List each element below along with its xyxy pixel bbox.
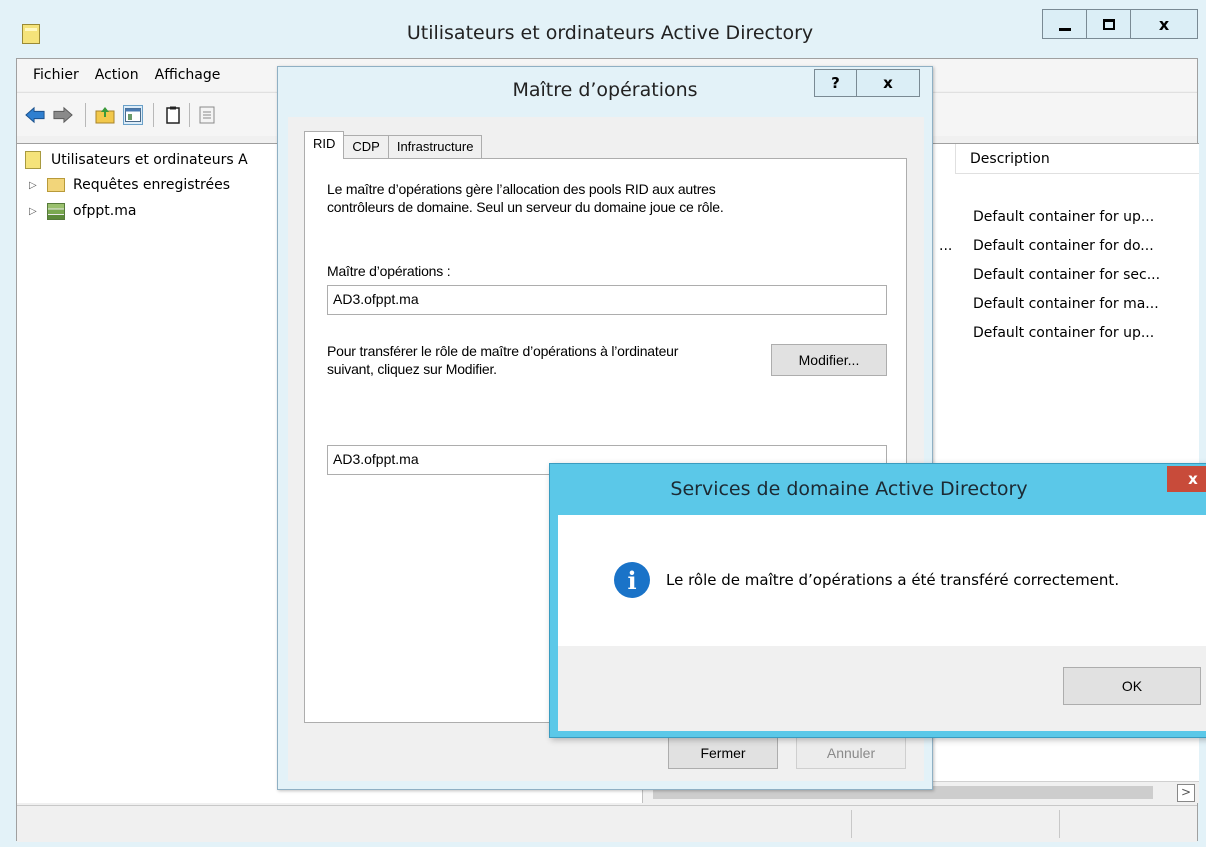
close-button[interactable]: x — [1131, 10, 1197, 38]
message-box-body: i Le rôle de maître d’opérations a été t… — [558, 515, 1206, 646]
export-list-icon[interactable] — [197, 105, 217, 125]
list-item[interactable]: Default container for sec... — [973, 267, 1160, 283]
toolbar-separator — [153, 103, 154, 127]
toolbar-separator — [189, 103, 190, 127]
forward-arrow-icon[interactable] — [53, 105, 73, 125]
maximize-icon — [1102, 18, 1115, 30]
tree-root[interactable]: Utilisateurs et ordinateurs A — [25, 149, 248, 171]
list-item[interactable]: Default container for up... — [973, 209, 1154, 225]
message-box-footer: OK — [558, 646, 1206, 731]
console-tree-icon[interactable] — [123, 105, 143, 125]
info-icon: i — [614, 562, 650, 598]
minimize-icon — [1058, 27, 1071, 31]
window-controls: x — [1042, 9, 1198, 39]
menu-affichage[interactable]: Affichage — [153, 67, 229, 83]
help-icon: ? — [831, 74, 840, 92]
dialog-controls: ? x — [814, 69, 920, 97]
message-text: Le rôle de maître d’opérations a été tra… — [666, 571, 1120, 589]
description-line-2: contrôleurs de domaine. Seul un serveur … — [327, 199, 724, 215]
up-folder-icon[interactable] — [95, 105, 115, 125]
transfer-text-line-2: suivant, cliquez sur Modifier. — [327, 361, 497, 377]
message-box-title: Services de domaine Active Directory — [670, 478, 1028, 500]
menu-fichier[interactable]: Fichier — [31, 67, 87, 83]
tab-infrastructure[interactable]: Infrastructure — [387, 135, 483, 159]
cancel-button[interactable]: Annuler — [796, 737, 906, 769]
list-item[interactable]: Default container for up... — [973, 325, 1154, 341]
close-icon: x — [1188, 470, 1198, 488]
back-arrow-icon[interactable] — [25, 105, 45, 125]
menu-action[interactable]: Action — [93, 67, 147, 83]
column-header-description[interactable]: Description — [955, 144, 1199, 174]
tree-root-label: Utilisateurs et ordinateurs A — [51, 152, 248, 168]
description-line-1: Le maître d’opérations gère l’allocation… — [327, 181, 716, 197]
maximize-button[interactable] — [1087, 10, 1131, 38]
status-separator — [1059, 810, 1060, 838]
tree-item-label: Requêtes enregistrées — [73, 177, 231, 193]
folder-icon — [47, 178, 65, 192]
clipboard-icon[interactable] — [163, 105, 183, 125]
scroll-right-button[interactable]: > — [1177, 784, 1195, 802]
minimize-button[interactable] — [1043, 10, 1087, 38]
message-box-close-button[interactable]: x — [1167, 466, 1206, 492]
list-item[interactable]: Default container for ma... — [973, 296, 1159, 312]
toolbar-separator — [85, 103, 86, 127]
tree-item-saved-queries[interactable]: ▷ Requêtes enregistrées — [29, 174, 230, 196]
close-icon: x — [1158, 14, 1170, 34]
tab-cdp[interactable]: CDP — [343, 135, 389, 159]
list-item[interactable]: Default container for do... — [973, 238, 1154, 254]
tab-rid[interactable]: RID — [304, 131, 345, 159]
ok-button[interactable]: OK — [1063, 667, 1201, 705]
status-separator — [851, 810, 852, 838]
current-master-field: AD3.ofppt.ma — [327, 285, 887, 315]
modify-button[interactable]: Modifier... — [771, 344, 887, 376]
domain-icon — [47, 202, 65, 220]
transfer-text-line-1: Pour transférer le rôle de maître d’opér… — [327, 343, 679, 359]
master-label: Maître d’opérations : — [327, 263, 451, 279]
tree-item-label: ofppt.ma — [73, 203, 137, 219]
main-title-bar[interactable]: Utilisateurs et ordinateurs Active Direc… — [0, 0, 1206, 58]
help-button[interactable]: ? — [815, 70, 857, 96]
expand-arrow-icon[interactable]: ▷ — [29, 206, 39, 217]
close-dialog-button[interactable]: Fermer — [668, 737, 778, 769]
truncated-name-fragment: ... — [939, 238, 953, 254]
dialog-close-button[interactable]: x — [857, 70, 919, 96]
active-directory-app-icon — [22, 24, 40, 44]
main-window-title: Utilisateurs et ordinateurs Active Direc… — [406, 22, 814, 44]
snapin-root-icon — [25, 151, 41, 169]
tab-strip: RID CDP Infrastructure — [304, 131, 483, 159]
expand-arrow-icon[interactable]: ▷ — [29, 180, 39, 191]
ad-services-message-box: Services de domaine Active Directory x i… — [549, 463, 1206, 738]
status-bar — [17, 805, 1197, 842]
close-icon: x — [883, 74, 893, 92]
tree-item-domain[interactable]: ▷ ofppt.ma — [29, 200, 136, 222]
